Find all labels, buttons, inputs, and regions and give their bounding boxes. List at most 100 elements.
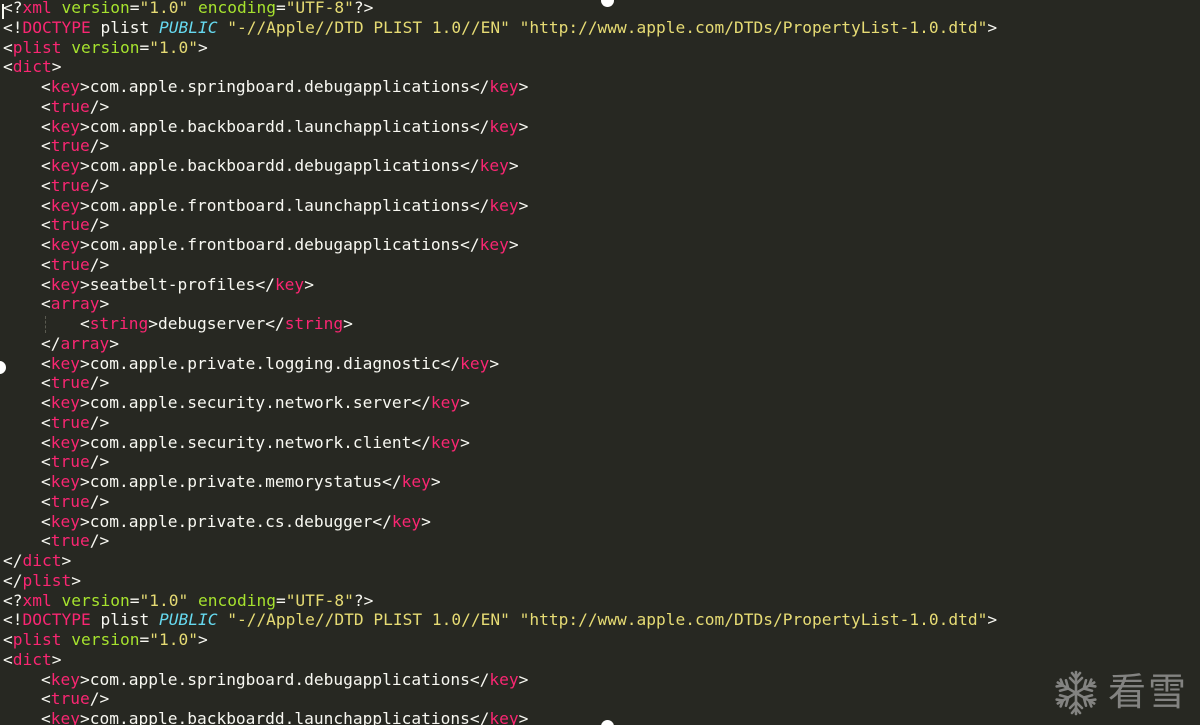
punctuation: > [987,610,998,630]
code-line[interactable]: <key>com.apple.security.network.server</… [3,393,1200,413]
tag-name: true [50,412,90,432]
code-line[interactable]: </array> [3,334,1200,354]
code-line[interactable]: <key>com.apple.private.logging.diagnosti… [3,354,1200,374]
tag-name: key [50,393,80,412]
tag-name: key [50,235,80,254]
plain-text [217,18,227,37]
tag-name: key [489,669,519,689]
punctuation: > [80,393,90,412]
string-literal: "-//Apple//DTD PLIST 1.0//EN" [227,17,510,37]
plain-text: seatbelt-profiles [89,274,256,294]
string-literal: "http://www.apple.com/DTDs/PropertyList-… [519,17,988,37]
code-line[interactable]: </plist> [3,571,1200,591]
tag-name: true [50,175,90,195]
code-line[interactable]: <true/> [3,97,1200,117]
code-line[interactable]: <true/> [3,452,1200,472]
code-line[interactable]: <!DOCTYPE plist PUBLIC "-//Apple//DTD PL… [3,610,1200,630]
code-line[interactable]: <plist version="1.0"> [3,38,1200,58]
punctuation: > [80,274,90,294]
tag-name: key [50,709,80,725]
code-line[interactable]: <true/> [3,176,1200,196]
punctuation: </ [469,709,490,725]
punctuation: /> [89,452,110,472]
code-line[interactable]: <key>com.apple.springboard.debugapplicat… [3,670,1200,690]
punctuation: < [41,373,51,393]
text-cursor [2,4,4,19]
punctuation: </ [411,393,431,412]
code-line[interactable]: <dict> [3,57,1200,77]
code-line[interactable]: <true/> [3,689,1200,709]
punctuation: ?> [353,0,374,17]
punctuation: > [430,472,441,491]
code-line[interactable]: <key>com.apple.security.network.client</… [3,433,1200,453]
code-line[interactable]: </dict> [3,551,1200,571]
punctuation: > [71,570,81,590]
code-line[interactable]: <string>debugserver</string> [3,314,1200,334]
code-line[interactable]: <key>com.apple.backboardd.debugapplicati… [3,156,1200,176]
tag-name: key [489,77,519,96]
punctuation: < [41,432,51,452]
tag-name: true [50,491,90,511]
punctuation: < [41,531,51,551]
punctuation: > [460,393,470,412]
punctuation: </ [372,511,392,531]
punctuation: > [460,432,470,452]
code-editor[interactable]: <?xml version="1.0" encoding="UTF-8"?> <!… [0,0,1200,725]
plain-text: com.apple.backboardd.launchapplications [89,709,470,725]
code-line[interactable]: <!DOCTYPE plist PUBLIC "-//Apple//DTD PL… [3,18,1200,38]
punctuation: > [304,274,314,294]
punctuation: > [80,195,90,215]
code-line[interactable]: <key>com.apple.frontboard.debugapplicati… [3,235,1200,255]
plain-text: plist [90,17,159,37]
tag-name: true [50,452,90,472]
tag-name: plist [22,570,72,590]
punctuation: < [41,175,51,195]
indent-guide [45,316,46,333]
string-literal: "http://www.apple.com/DTDs/PropertyList-… [519,610,988,630]
snowflake-icon [1052,669,1100,717]
punctuation: < [41,393,51,412]
punctuation: < [41,472,51,491]
code-line[interactable]: <true/> [3,492,1200,512]
plain-text [510,18,520,37]
code-line[interactable]: <dict> [3,650,1200,670]
punctuation: </ [469,669,490,689]
code-line[interactable]: <key>seatbelt-profiles</key> [3,275,1200,295]
tag-name: key [50,195,80,215]
code-line[interactable]: <key>com.apple.backboardd.launchapplicat… [3,117,1200,137]
code-line[interactable]: <key>com.apple.private.cs.debugger</key> [3,512,1200,532]
code-line[interactable]: <?xml version="1.0" encoding="UTF-8"?> [3,591,1200,611]
punctuation: > [109,333,119,353]
tag-name: xml [22,0,52,17]
plain-text: com.apple.private.logging.diagnostic [89,353,441,373]
punctuation: /> [89,412,110,432]
code-line[interactable]: <plist version="1.0"> [3,630,1200,650]
keyword: PUBLIC [158,17,218,37]
plain-text: com.apple.springboard.debugapplications [89,669,470,689]
punctuation: > [61,551,72,570]
punctuation: /> [89,136,110,156]
code-line[interactable]: <array> [3,294,1200,314]
code-line[interactable]: <key>com.apple.private.memorystatus</key… [3,472,1200,492]
punctuation: /> [89,491,110,511]
plain-text: com.apple.frontboard.debugapplications [89,235,461,254]
punctuation: > [197,630,208,649]
code-line[interactable]: <key>com.apple.springboard.debugapplicat… [3,77,1200,97]
code-line[interactable]: <true/> [3,136,1200,156]
punctuation: > [51,649,62,669]
punctuation: < [41,491,51,511]
string-literal: "1.0" [149,630,198,649]
punctuation: > [80,156,90,175]
code-line[interactable]: <true/> [3,215,1200,235]
tag-name: string [89,314,149,333]
code-line[interactable]: <true/> [3,531,1200,551]
punctuation: /> [89,531,110,551]
punctuation: = [275,590,286,610]
code-line[interactable]: <true/> [3,255,1200,275]
code-line[interactable]: <true/> [3,373,1200,393]
attribute-name: version [61,590,130,610]
plain-text [61,630,71,649]
code-line[interactable]: <key>com.apple.frontboard.launchapplicat… [3,196,1200,216]
code-line[interactable]: <true/> [3,413,1200,433]
tag-name: key [401,472,431,491]
